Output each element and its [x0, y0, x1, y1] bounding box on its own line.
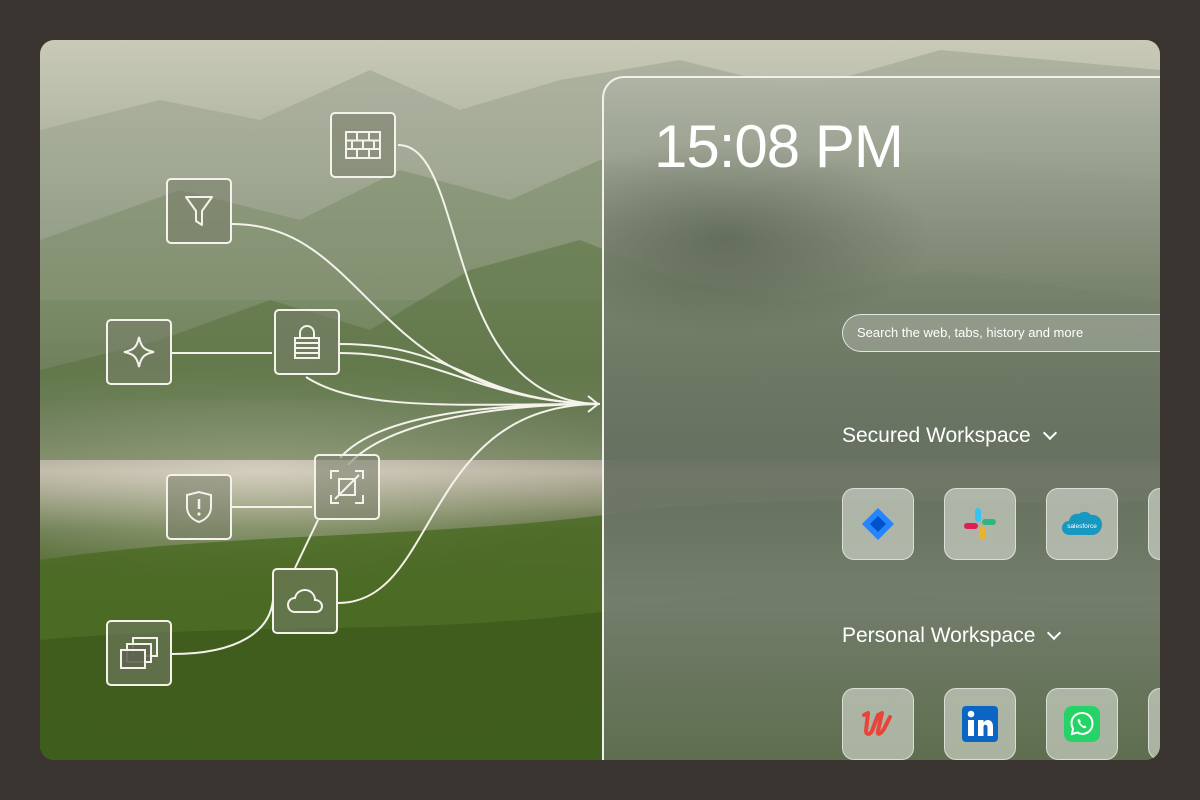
hero-card: 15:08 PM Search the web, tabs, history a… — [40, 40, 1160, 760]
app-tile-partial[interactable] — [1148, 488, 1160, 560]
workspace-title-label: Personal Workspace — [842, 624, 1036, 647]
app-tile-jira[interactable] — [842, 488, 914, 560]
sparkle-icon — [123, 336, 155, 368]
salesforce-icon: salesforce — [1062, 511, 1102, 535]
firewall-node[interactable] — [330, 112, 396, 178]
app-tile-salesforce[interactable]: salesforce — [1046, 488, 1118, 560]
scan-node[interactable] — [314, 454, 380, 520]
windows-node[interactable] — [106, 620, 172, 686]
filter-node[interactable] — [166, 178, 232, 244]
linkedin-icon — [962, 706, 998, 742]
app-tile-udemy[interactable] — [842, 688, 914, 760]
lock-node[interactable] — [274, 309, 340, 375]
jira-icon — [862, 508, 894, 540]
chevron-down-icon — [1042, 425, 1057, 441]
slack-icon — [964, 508, 996, 540]
windows-stack-icon — [120, 637, 158, 669]
personal-workspace-title[interactable]: Personal Workspace — [842, 624, 1062, 648]
app-tile-partial[interactable] — [1148, 688, 1160, 760]
app-tile-whatsapp[interactable] — [1046, 688, 1118, 760]
chevron-down-icon — [1047, 625, 1062, 641]
salesforce-wordmark: salesforce — [1067, 523, 1097, 530]
browser-start-panel: 15:08 PM Search the web, tabs, history a… — [602, 76, 1160, 760]
secured-workspace-title[interactable]: Secured Workspace — [842, 424, 1057, 448]
udemy-icon — [862, 711, 892, 736]
clock: 15:08 PM — [654, 113, 904, 180]
cloud-icon — [286, 588, 324, 613]
firewall-icon — [345, 131, 381, 159]
cloud-node[interactable] — [272, 568, 338, 634]
lock-icon — [294, 325, 320, 359]
app-tile-slack[interactable] — [944, 488, 1016, 560]
sparkle-node[interactable] — [106, 319, 172, 385]
filter-icon — [185, 196, 213, 226]
shield-node[interactable] — [166, 474, 232, 540]
workspace-title-label: Secured Workspace — [842, 424, 1031, 447]
shield-alert-icon — [186, 490, 212, 524]
whatsapp-icon — [1064, 706, 1100, 742]
app-tile-linkedin[interactable] — [944, 688, 1016, 760]
search-input[interactable]: Search the web, tabs, history and more — [842, 314, 1160, 352]
scan-icon — [330, 470, 364, 504]
